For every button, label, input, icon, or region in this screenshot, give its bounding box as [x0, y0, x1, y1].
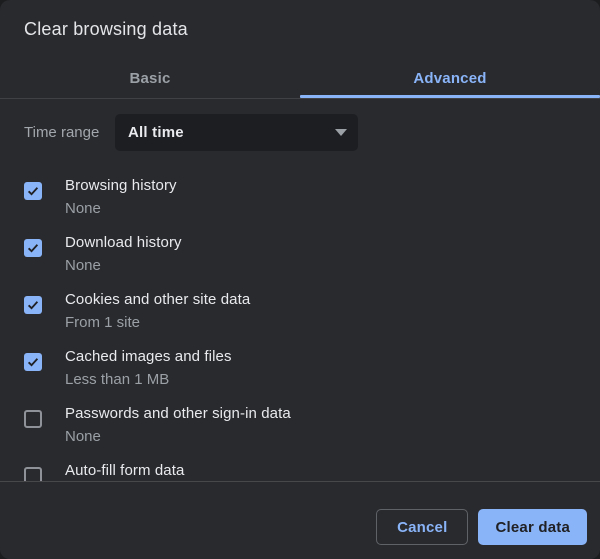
download-history-checkbox[interactable]: [24, 239, 42, 257]
list-item-cookies: Cookies and other site data From 1 site: [0, 290, 600, 347]
clear-browsing-data-dialog: Clear browsing data Basic Advanced Time …: [0, 0, 600, 559]
item-label: Browsing history: [65, 176, 177, 195]
dialog-title: Clear browsing data: [24, 19, 188, 40]
checkmark-icon: [26, 298, 40, 312]
item-sub: None: [65, 256, 182, 275]
time-range-row: Time range All time: [24, 114, 576, 151]
cookies-checkbox[interactable]: [24, 296, 42, 314]
item-label: Cookies and other site data: [65, 290, 250, 309]
checkmark-icon: [26, 241, 40, 255]
checkmark-icon: [26, 184, 40, 198]
cancel-button[interactable]: Cancel: [376, 509, 468, 545]
item-label: Passwords and other sign-in data: [65, 404, 291, 423]
tab-basic[interactable]: Basic: [0, 58, 300, 98]
checkmark-icon: [26, 355, 40, 369]
item-label: Cached images and files: [65, 347, 232, 366]
time-range-select[interactable]: All time: [115, 114, 358, 151]
dialog-header: Clear browsing data: [0, 0, 600, 58]
time-range-selected-value: All time: [128, 124, 184, 141]
browsing-history-checkbox[interactable]: [24, 182, 42, 200]
time-range-label: Time range: [24, 124, 115, 141]
item-sub: None: [65, 427, 291, 446]
tab-bar: Basic Advanced: [0, 58, 600, 99]
clear-data-button[interactable]: Clear data: [478, 509, 587, 545]
item-sub: From 1 site: [65, 313, 250, 332]
tab-advanced-label: Advanced: [413, 70, 486, 87]
autofill-checkbox[interactable]: [24, 467, 42, 482]
item-sub: Less than 1 MB: [65, 370, 232, 389]
dropdown-caret-icon: [335, 129, 347, 136]
list-item-cached-images: Cached images and files Less than 1 MB: [0, 347, 600, 404]
list-item-browsing-history: Browsing history None: [0, 176, 600, 233]
item-label: Auto-fill form data: [65, 461, 184, 480]
tab-basic-label: Basic: [129, 70, 170, 87]
cached-images-checkbox[interactable]: [24, 353, 42, 371]
passwords-checkbox[interactable]: [24, 410, 42, 428]
tab-advanced[interactable]: Advanced: [300, 58, 600, 98]
item-sub: None: [65, 199, 177, 218]
dialog-footer: Cancel Clear data: [0, 481, 600, 559]
item-label: Download history: [65, 233, 182, 252]
data-type-list: Browsing history None Download history N…: [0, 176, 600, 482]
list-item-passwords: Passwords and other sign-in data None: [0, 404, 600, 461]
list-item-autofill: Auto-fill form data: [0, 461, 600, 482]
list-item-download-history: Download history None: [0, 233, 600, 290]
